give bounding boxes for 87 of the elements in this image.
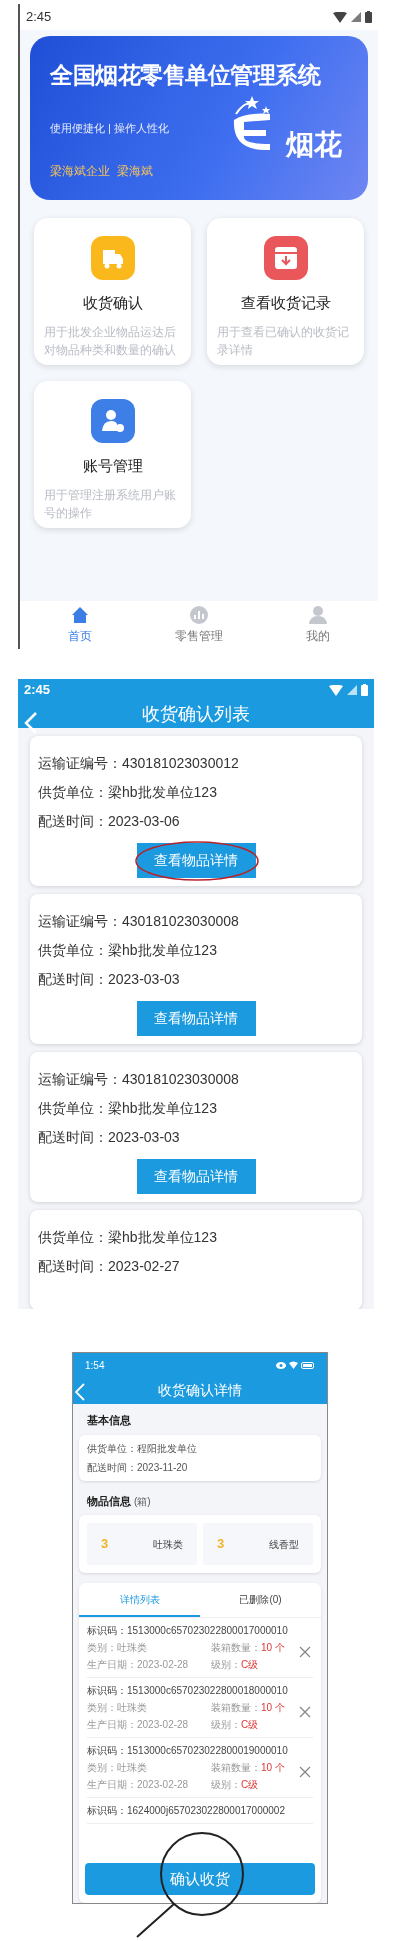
feature-title: 查看收货记录 (240, 293, 331, 313)
category-line: 类别：吐珠类 (87, 1761, 148, 1775)
delete-button[interactable] (299, 1766, 311, 1778)
signal-icon (351, 12, 361, 22)
signal-icon (347, 685, 357, 695)
banner-slogan: 使用便捷化 | 操作人性化 (50, 121, 169, 136)
close-icon (299, 1766, 311, 1778)
count-value: 3 (101, 1535, 109, 1554)
status-time: 1:54 (85, 1358, 105, 1373)
eye-icon (276, 1361, 286, 1369)
back-icon (75, 1383, 85, 1401)
tab[interactable]: 详情列表 (79, 1583, 200, 1617)
nav-label: 我的 (306, 628, 331, 645)
company-name: 梁海斌企业 梁海斌 (50, 163, 153, 180)
section-heading: 基本信息 (87, 1413, 132, 1428)
date-line: 生产日期：2023-02-28 (87, 1718, 190, 1732)
info-line: 配送时间：2023-11-20 (87, 1460, 189, 1475)
grade-line: 级别：C级 (211, 1718, 259, 1732)
status-time: 2:45 (26, 8, 52, 27)
back-button[interactable] (24, 711, 38, 735)
screen-title: 收货确认列表 (142, 703, 250, 726)
status-time: 2:45 (24, 681, 51, 700)
confirm-button[interactable]: 确认收货 (85, 1863, 315, 1895)
code-line: 标识码：1513000c657023022800019000010 (87, 1744, 289, 1758)
unit-label: (箱) (134, 1494, 151, 1509)
banner-title: 全国烟花零售单位管理系统 (50, 61, 320, 90)
back-icon (24, 711, 38, 735)
nav-label: 零售管理 (175, 628, 223, 645)
count-value: 3 (217, 1535, 225, 1554)
nav-label: 首页 (67, 628, 92, 645)
feature-title: 账号管理 (82, 456, 143, 476)
grade-line: 级别：C级 (211, 1658, 259, 1672)
info-line: 供货单位：梁hb批发单位123 (38, 1099, 218, 1118)
category-name: 吐珠类 (153, 1537, 183, 1552)
date-line: 生产日期：2023-02-28 (87, 1778, 190, 1792)
quantity-line: 装箱数量：10 个 (211, 1761, 285, 1775)
logo-text: 烟花 (286, 128, 342, 162)
close-icon (299, 1706, 311, 1718)
feature-title: 收货确认 (82, 293, 143, 313)
details-button[interactable]: 查看物品详情 (136, 1159, 256, 1194)
back-button[interactable] (75, 1383, 85, 1401)
category-line: 类别：吐珠类 (87, 1701, 148, 1715)
info-line: 配送时间：2023-02-27 (38, 1257, 181, 1276)
category-name: 线香型 (269, 1537, 299, 1552)
nav-tab[interactable]: 我的 (258, 601, 378, 649)
feature-description: 用于批发企业物品运达后对物品种类和数量的确认 (44, 324, 177, 358)
feature-description: 用于管理注册系统用户账号的操作 (44, 487, 177, 521)
info-line: 供货单位：梁hb批发单位123 (38, 1228, 218, 1247)
wifi-icon (289, 1361, 298, 1369)
chart-icon (189, 605, 209, 625)
quantity-line: 装箱数量：10 个 (211, 1701, 285, 1715)
wifi-icon (329, 684, 343, 696)
details-button[interactable]: 查看物品详情 (136, 843, 256, 878)
info-line: 运输证编号：430181023030008 (38, 1070, 240, 1089)
code-line: 标识码：1513000c657023022800017000010 (87, 1624, 289, 1638)
info-line: 配送时间：2023-03-06 (38, 812, 181, 831)
info-line: 运输证编号：430181023030008 (38, 912, 240, 931)
code-line: 标识码：1624000j657023022800017000002 (87, 1804, 286, 1818)
info-line: 运输证编号：430181023030012 (38, 754, 240, 773)
screen-title: 收货确认详情 (158, 1381, 242, 1400)
delete-button[interactable] (299, 1706, 311, 1718)
info-line: 配送时间：2023-03-03 (38, 1128, 181, 1147)
nav-tab[interactable]: 首页 (20, 601, 140, 649)
section-heading: 物品信息 (87, 1493, 131, 1509)
info-line: 供货单位：梁hb批发单位123 (38, 941, 218, 960)
info-line: 供货单位：程阳批发单位 (87, 1441, 198, 1456)
feature-card[interactable]: 账号管理 用于管理注册系统用户账号的操作 (34, 381, 191, 528)
quantity-line: 装箱数量：10 个 (211, 1641, 285, 1655)
wifi-icon (333, 11, 347, 23)
category-line: 类别：吐珠类 (87, 1641, 148, 1655)
close-icon (299, 1646, 311, 1658)
person-icon (308, 605, 329, 625)
grade-line: 级别：C级 (211, 1778, 259, 1792)
battery-icon (361, 684, 368, 696)
code-line: 标识码：1513000c657023022800018000010 (87, 1684, 289, 1698)
tab[interactable]: 已删除(0) (200, 1583, 321, 1617)
info-line: 配送时间：2023-03-03 (38, 970, 181, 989)
battery-icon (301, 1361, 315, 1369)
feature-card[interactable]: 查看收货记录 用于查看已确认的收货记录详情 (207, 218, 364, 365)
feature-card[interactable]: 收货确认 用于批发企业物品运达后对物品种类和数量的确认 (34, 218, 191, 365)
info-line: 供货单位：梁hb批发单位123 (38, 783, 218, 802)
details-button[interactable]: 查看物品详情 (136, 1001, 256, 1036)
battery-icon (365, 11, 372, 23)
date-line: 生产日期：2023-02-28 (87, 1658, 190, 1672)
nav-tab[interactable]: 零售管理 (139, 601, 259, 649)
delete-button[interactable] (299, 1646, 311, 1658)
feature-description: 用于查看已确认的收货记录详情 (217, 324, 350, 358)
